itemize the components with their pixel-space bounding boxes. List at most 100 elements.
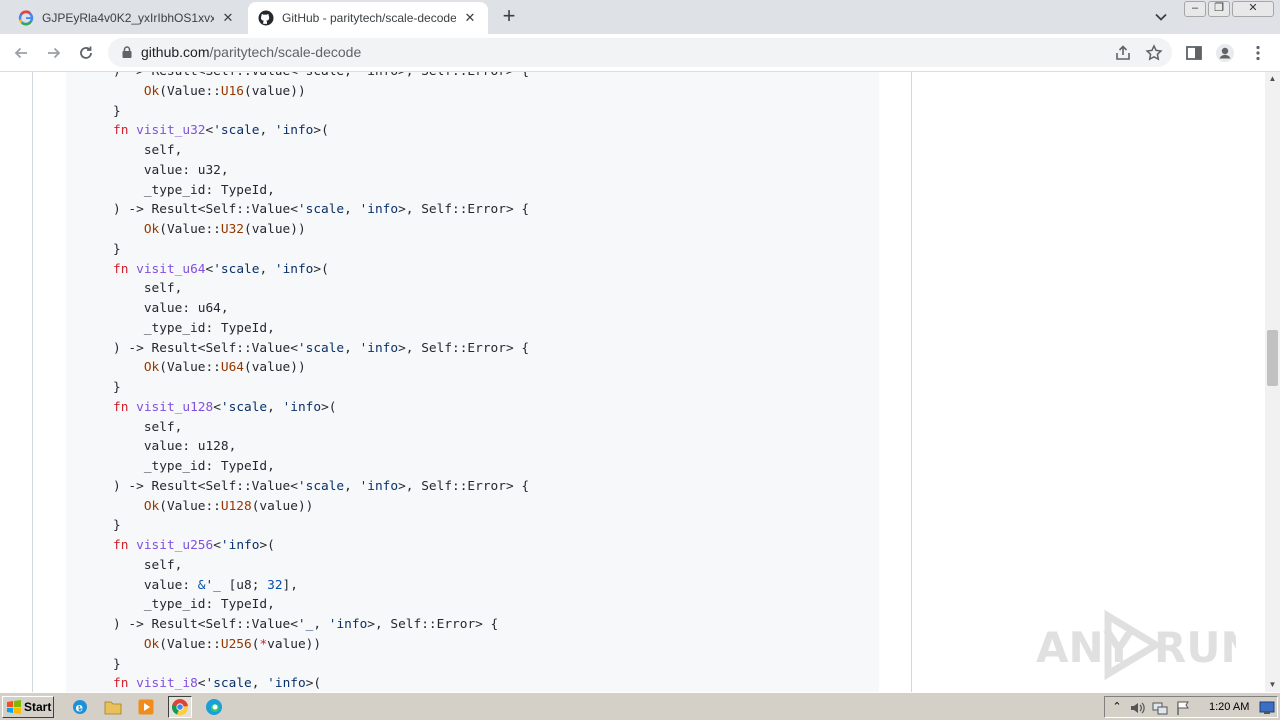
code-line: _type_id: TypeId,	[113, 181, 529, 201]
profile-avatar-icon[interactable]	[1215, 43, 1235, 63]
tab-strip: GJPEyRla4v0K2_yxIrIbhOS1xvxa8f- ✕ GitHub…	[0, 0, 1280, 34]
code-token: 'scale	[297, 202, 345, 218]
back-button[interactable]	[9, 41, 33, 65]
code-token: >, Self::Error> {	[398, 478, 530, 494]
new-tab-button[interactable]: +	[498, 5, 520, 28]
code-line: }	[113, 378, 529, 398]
window-close-button[interactable]: ✕	[1232, 1, 1274, 17]
folder-icon[interactable]	[104, 698, 122, 716]
code-token: Ok	[143, 360, 160, 376]
code-token: '_	[297, 617, 314, 632]
code-token: visit_u64	[136, 261, 206, 277]
code-line: ) -> Result<Self::Value<'scale, 'info>, …	[113, 477, 529, 497]
chrome-taskbar-button[interactable]	[168, 696, 192, 718]
chevron-down-icon[interactable]	[1152, 8, 1170, 26]
code-token: fn	[113, 261, 129, 277]
sidebar-divider	[911, 72, 912, 692]
code-line: value: u32,	[113, 161, 529, 181]
tab-google[interactable]: GJPEyRla4v0K2_yxIrIbhOS1xvxa8f- ✕	[8, 2, 246, 34]
close-icon[interactable]: ✕	[220, 10, 236, 26]
code-token: U256	[220, 636, 252, 652]
google-icon	[18, 10, 34, 26]
show-desktop-icon[interactable]	[1259, 700, 1275, 716]
code-line: self,	[113, 556, 529, 576]
code-token: visit_u32	[136, 123, 206, 139]
reload-button[interactable]	[74, 41, 98, 65]
code-token: Ok	[143, 222, 160, 237]
vertical-scrollbar[interactable]: ▲ ▼	[1265, 72, 1280, 692]
code-token: (value))	[244, 83, 306, 99]
code-line: Ok(Value::U64(value))	[113, 358, 529, 378]
code-token: [u8;	[220, 577, 268, 593]
code-token: 'info	[274, 261, 314, 277]
tab-github[interactable]: GitHub - paritytech/scale-decode: D ✕	[248, 2, 488, 34]
system-tray: ⌃ 1:20 AM	[1104, 696, 1278, 718]
code-token: ) -> Result<Self::Value<	[113, 202, 298, 218]
code-token: (Value::	[159, 498, 221, 514]
code-token: >(	[321, 399, 337, 415]
code-token: 'info	[359, 340, 399, 356]
share-icon[interactable]	[1114, 44, 1132, 62]
code-line: ) -> Result<Self::Value<'_, 'info>, Self…	[113, 615, 529, 635]
chrome-icon	[172, 699, 189, 716]
code-token: >, Self::Error> {	[367, 617, 499, 632]
code-token: (value))	[244, 360, 306, 376]
code-token: Ok	[143, 83, 160, 99]
scroll-up-arrow-icon[interactable]: ▲	[1265, 72, 1280, 86]
code-token: >(	[313, 123, 329, 139]
code-token: ) -> Result<Self::Value<	[113, 340, 298, 356]
more-menu-icon[interactable]	[1248, 43, 1268, 63]
chevron-up-icon[interactable]: ⌃	[1109, 700, 1125, 716]
code-token: (value))	[251, 498, 314, 514]
svg-text:RUN: RUN	[1154, 623, 1236, 672]
code-line: fn visit_u256<'info>(	[113, 536, 529, 556]
code-token: 'scale	[297, 478, 345, 494]
code-line: value: &'_ [u8; 32],	[113, 576, 529, 596]
code-token: value: u128,	[113, 439, 237, 455]
restore-button[interactable]: ❐	[1208, 1, 1230, 17]
code-token: ) -> Result<Self::Value<'scale, 'info>, …	[113, 72, 529, 79]
internet-explorer-icon[interactable]: e	[71, 698, 89, 716]
code-line: _type_id: TypeId,	[113, 457, 529, 477]
code-token: U128	[220, 498, 252, 514]
code-token: visit_i8	[136, 676, 198, 692]
code-token: 'info	[359, 478, 399, 494]
media-player-icon[interactable]	[137, 698, 155, 716]
close-icon[interactable]: ✕	[462, 10, 478, 26]
speaker-icon[interactable]	[1129, 700, 1145, 716]
code-line: value: u128,	[113, 437, 529, 457]
code-token: (Value::	[159, 83, 221, 99]
code-token: ,	[267, 399, 283, 415]
code-token: ,	[344, 478, 360, 494]
star-icon[interactable]	[1145, 44, 1163, 62]
code-token: _type_id: TypeId,	[113, 597, 275, 613]
code-token: U16	[220, 83, 245, 99]
svg-text:e: e	[76, 701, 84, 715]
address-bar[interactable]: github.com/paritytech/scale-decode	[108, 38, 1172, 67]
forward-button[interactable]	[42, 41, 66, 65]
code-token: 32	[267, 577, 283, 593]
start-button[interactable]: Start	[2, 696, 54, 718]
code-token: value:	[113, 577, 198, 593]
code-token: ,	[313, 617, 329, 632]
code-line: self,	[113, 418, 529, 438]
edge-icon[interactable]	[205, 698, 223, 716]
side-panel-icon[interactable]	[1184, 43, 1204, 63]
minimize-button[interactable]: –	[1184, 1, 1206, 17]
code-token: U32	[220, 222, 245, 237]
flag-icon[interactable]	[1175, 700, 1191, 716]
code-token: self,	[113, 281, 183, 297]
code-line: fn visit_u64<'scale, 'info>(	[113, 260, 529, 280]
code-token: value: u64,	[113, 301, 229, 316]
code-token: (Value::	[159, 360, 221, 376]
code-token: <	[197, 676, 206, 692]
code-token: value: u32,	[113, 162, 229, 178]
network-icon[interactable]	[1152, 700, 1168, 716]
scrollbar-thumb[interactable]	[1267, 330, 1278, 386]
scroll-down-arrow-icon[interactable]: ▼	[1265, 678, 1280, 692]
